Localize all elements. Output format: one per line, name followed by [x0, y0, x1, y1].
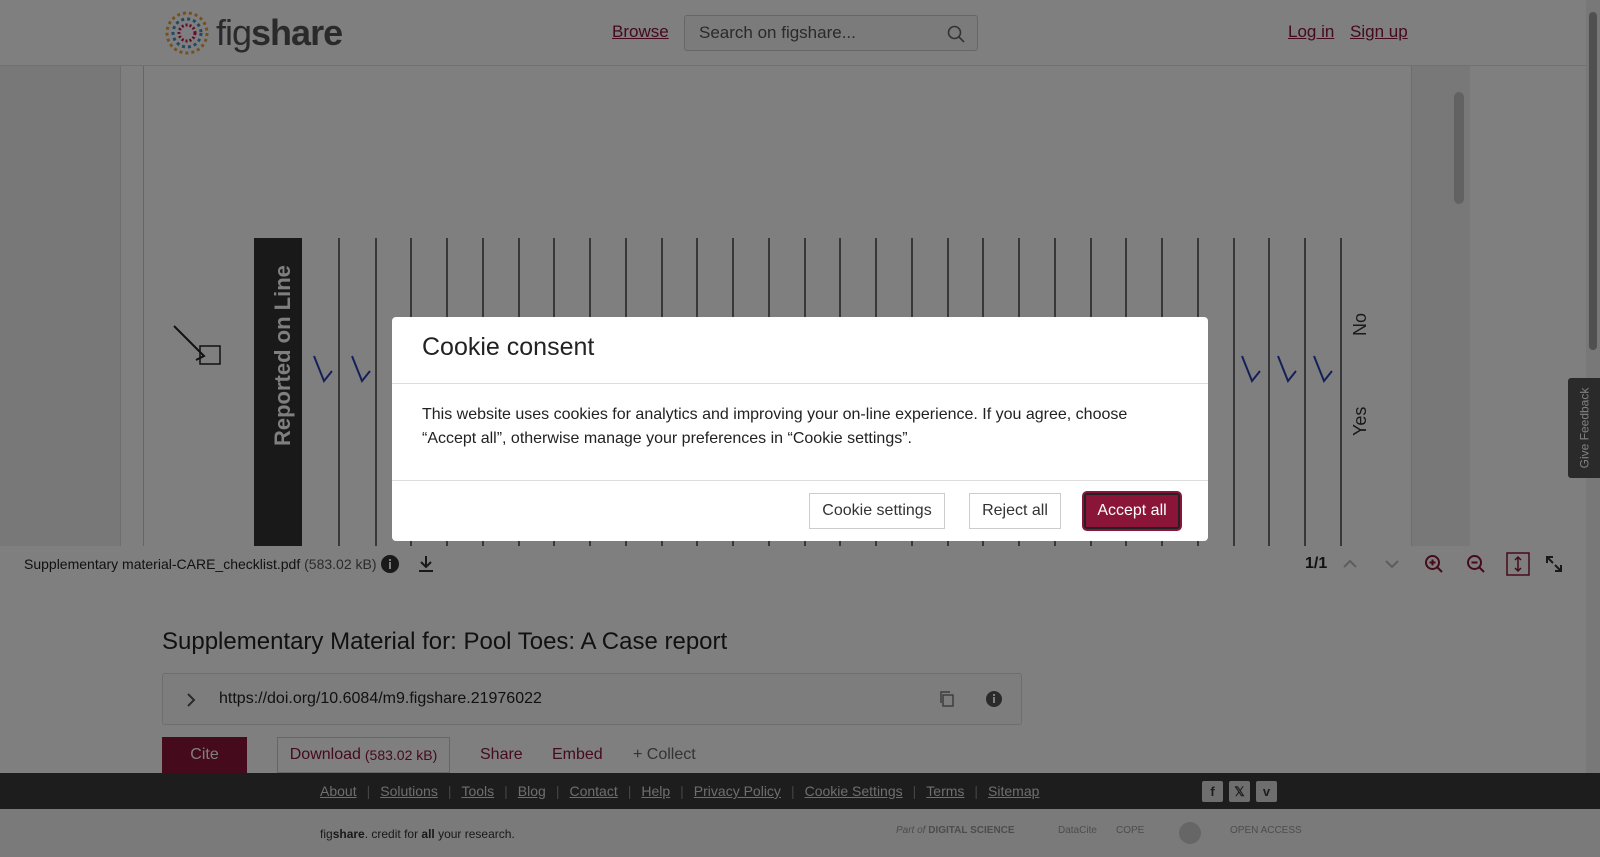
- reject-all-button[interactable]: Reject all: [969, 493, 1061, 529]
- cookie-settings-button[interactable]: Cookie settings: [809, 493, 945, 529]
- divider: [392, 383, 1208, 384]
- accept-all-button[interactable]: Accept all: [1084, 493, 1180, 529]
- divider: [392, 480, 1208, 481]
- cookie-dialog-title: Cookie consent: [422, 333, 595, 361]
- cookie-consent-dialog: Cookie consent This website uses cookies…: [392, 317, 1208, 541]
- cookie-dialog-body: This website uses cookies for analytics …: [422, 406, 1128, 447]
